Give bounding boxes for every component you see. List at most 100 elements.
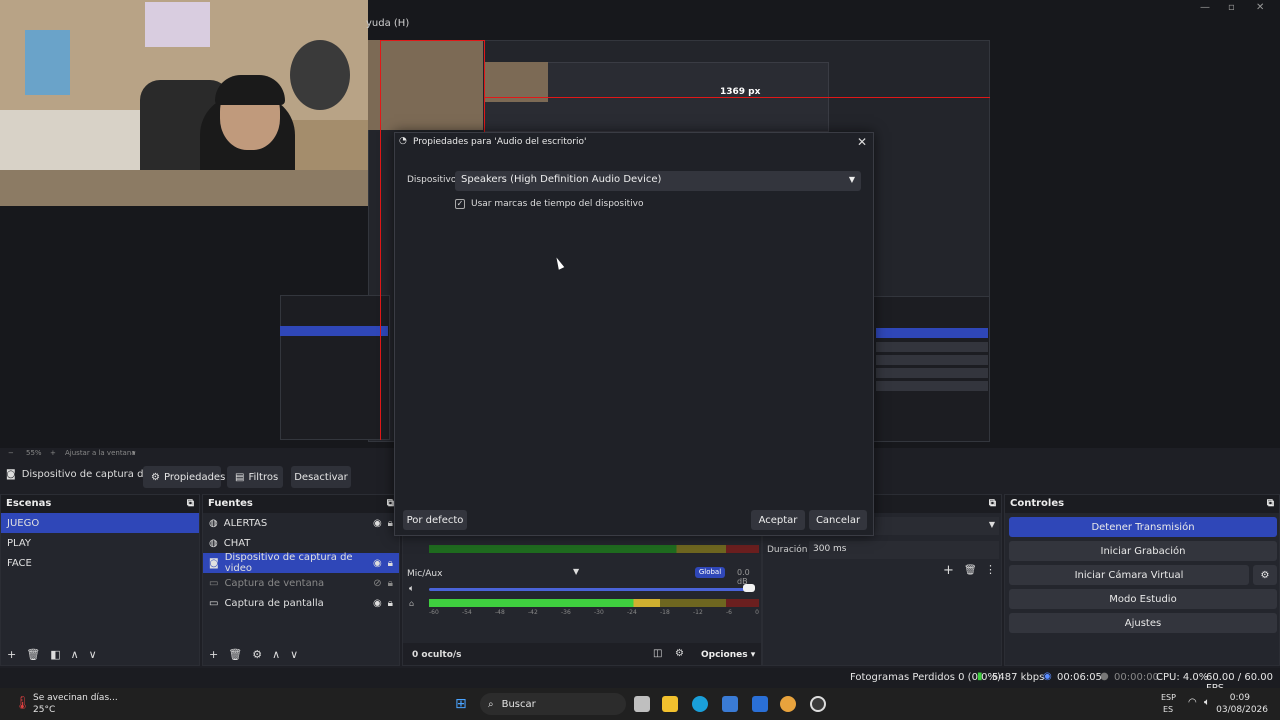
source-label: CHAT [223, 537, 251, 549]
properties-button[interactable]: ⚙ Propiedades [143, 466, 225, 488]
arrow-up-icon[interactable]: ∧ [71, 648, 79, 661]
help-menu[interactable]: yuda (H) [366, 18, 409, 29]
scene-item[interactable]: JUEGO [1, 513, 199, 533]
wifi-icon[interactable]: ◠ [1188, 697, 1197, 708]
add-icon[interactable]: + [7, 648, 16, 661]
stop-stream-button[interactable]: Detener Transmisión [1009, 517, 1277, 537]
globe-icon: ◍ [209, 517, 218, 529]
lang-top[interactable]: ESP [1161, 693, 1176, 702]
search-icon: ⌕ [488, 698, 494, 710]
zoom-dropdown-icon[interactable]: ▾ [132, 449, 136, 457]
arrow-down-icon[interactable]: ∨ [290, 648, 298, 661]
studio-mode-label: Modo Estudio [1109, 593, 1177, 605]
add-icon[interactable]: + [943, 563, 954, 578]
trash-icon[interactable]: 🗑 [964, 565, 977, 576]
dock-undock-icon[interactable]: ⧉ [1267, 498, 1274, 510]
chevron-down-icon[interactable]: ▼ [573, 567, 579, 576]
sources-title: Fuentes [208, 498, 253, 509]
arrow-down-icon[interactable]: ∨ [89, 648, 97, 661]
lock-icon[interactable]: 🔒︎ [388, 598, 393, 609]
maximize-icon[interactable]: ▫ [1228, 2, 1235, 13]
settings-button[interactable]: Ajustes [1009, 613, 1277, 633]
timestamps-checkbox[interactable]: ✓ [455, 199, 465, 209]
obs-taskbar-icon[interactable] [810, 696, 826, 712]
source-label: Dispositivo de captura de video [224, 552, 353, 574]
dock-undock-icon[interactable]: ⧉ [387, 498, 394, 510]
trash-icon[interactable]: 🗑 [26, 648, 40, 661]
mail-icon[interactable] [752, 696, 768, 712]
add-icon[interactable]: + [209, 648, 218, 661]
scale-tick: -48 [495, 609, 505, 616]
defaults-button[interactable]: Por defecto [403, 510, 467, 530]
obs-logo-icon: ◔ [399, 136, 407, 146]
scale-tick: -42 [528, 609, 538, 616]
taskbar-search[interactable]: ⌕ Buscar [480, 693, 626, 715]
zoom-out-icon[interactable]: − [8, 449, 14, 457]
minimize-icon[interactable]: — [1200, 2, 1210, 13]
filter-icon: ▤ [235, 471, 245, 483]
eye-icon[interactable]: ◉ [373, 518, 382, 529]
source-item[interactable]: ◍ CHAT [203, 533, 399, 553]
store-icon[interactable] [722, 696, 738, 712]
close-icon[interactable]: ✕ [1256, 2, 1264, 13]
windows-start-icon[interactable]: ⊞ [455, 696, 467, 712]
deactivate-button[interactable]: Desactivar [291, 466, 351, 488]
zoom-in-icon[interactable]: + [50, 449, 56, 457]
scene-item[interactable]: FACE [1, 553, 199, 573]
speaker-icon[interactable]: 🔈︎ [409, 584, 414, 594]
cancel-button[interactable]: Cancelar [809, 510, 867, 530]
settings-icon[interactable]: ⚙ [675, 648, 684, 659]
chevron-down-icon: ▼ [848, 175, 855, 184]
nested-stream-button [876, 328, 988, 338]
duration-input[interactable]: 300 ms [809, 541, 999, 559]
close-icon[interactable]: ✕ [857, 135, 867, 149]
camera-icon: ◙ [6, 469, 16, 480]
volume-slider[interactable] [429, 588, 749, 591]
source-item[interactable]: ◙ Dispositivo de captura de video ◉ 🔒︎ [203, 552, 399, 574]
layout-icon[interactable]: ◫ [653, 648, 662, 659]
virtual-cam-button[interactable]: Iniciar Cámara Virtual [1009, 565, 1249, 585]
studio-mode-button[interactable]: Modo Estudio [1009, 589, 1277, 609]
lock-icon[interactable]: 🔒︎ [388, 518, 393, 529]
filter-icon[interactable]: ◧ [50, 648, 60, 661]
controls-dock: Controles ⧉ Detener Transmisión Iniciar … [1004, 494, 1280, 666]
weather-text[interactable]: Se avecinan días... [33, 693, 118, 703]
eye-icon[interactable]: ◉ [373, 558, 382, 569]
source-item[interactable]: ▭ Captura de ventana ⊘ 🔒︎ [203, 573, 399, 593]
current-source: ◙ Dispositivo de captura de v [6, 469, 159, 480]
more-icon[interactable]: ⋮ [985, 563, 996, 576]
eye-hidden-icon[interactable]: ⊘ [373, 578, 381, 589]
status-bar: Fotogramas Perdidos 0 (0.0%) ▮ 5487 kbps… [0, 668, 1280, 694]
start-recording-button[interactable]: Iniciar Grabación [1009, 541, 1277, 561]
device-value: Speakers (High Definition Audio Device) [461, 174, 662, 185]
nested-vcam-button [876, 355, 988, 365]
volume-slider-handle[interactable] [743, 584, 755, 592]
scale-tick: -18 [660, 609, 670, 616]
gear-icon[interactable]: ⚙ [252, 648, 262, 661]
lock-icon[interactable]: 🔒︎ [388, 558, 393, 569]
defaults-label: Por defecto [406, 514, 464, 526]
arrow-up-icon[interactable]: ∧ [272, 648, 280, 661]
virtual-cam-settings-button[interactable]: ⚙ [1253, 565, 1277, 585]
source-item[interactable]: ▭ Captura de pantalla ◉ 🔒︎ [203, 593, 399, 613]
trash-icon[interactable]: 🗑 [228, 648, 242, 661]
options-menu[interactable]: Opciones ▾ [701, 650, 755, 660]
lock-icon[interactable]: 🔒︎ [388, 578, 393, 589]
task-view-icon[interactable] [634, 696, 650, 712]
file-explorer-icon[interactable] [662, 696, 678, 712]
filters-button[interactable]: ▤ Filtros [227, 466, 283, 488]
timestamps-option[interactable]: ✓ Usar marcas de tiempo del dispositivo [455, 199, 643, 209]
scenes-dock: Escenas ⧉ JUEGO PLAY FACE + 🗑 ◧ ∧ ∨ [0, 494, 200, 666]
dock-undock-icon[interactable]: ⧉ [989, 498, 996, 510]
transition-select[interactable]: ▼ [875, 517, 999, 535]
accept-button[interactable]: Aceptar [751, 510, 805, 530]
chrome-icon[interactable] [780, 696, 796, 712]
eye-icon[interactable]: ◉ [373, 598, 382, 609]
zoom-mode[interactable]: Ajustar a la ventana [65, 449, 136, 457]
source-item[interactable]: ◍ ALERTAS ◉ 🔒︎ [203, 513, 399, 533]
scene-item[interactable]: PLAY [1, 533, 199, 553]
dock-undock-icon[interactable]: ⧉ [187, 498, 194, 510]
edge-icon[interactable] [692, 696, 708, 712]
device-select[interactable]: Speakers (High Definition Audio Device) … [455, 171, 861, 191]
volume-icon[interactable]: 🔈︎ [1204, 697, 1210, 708]
